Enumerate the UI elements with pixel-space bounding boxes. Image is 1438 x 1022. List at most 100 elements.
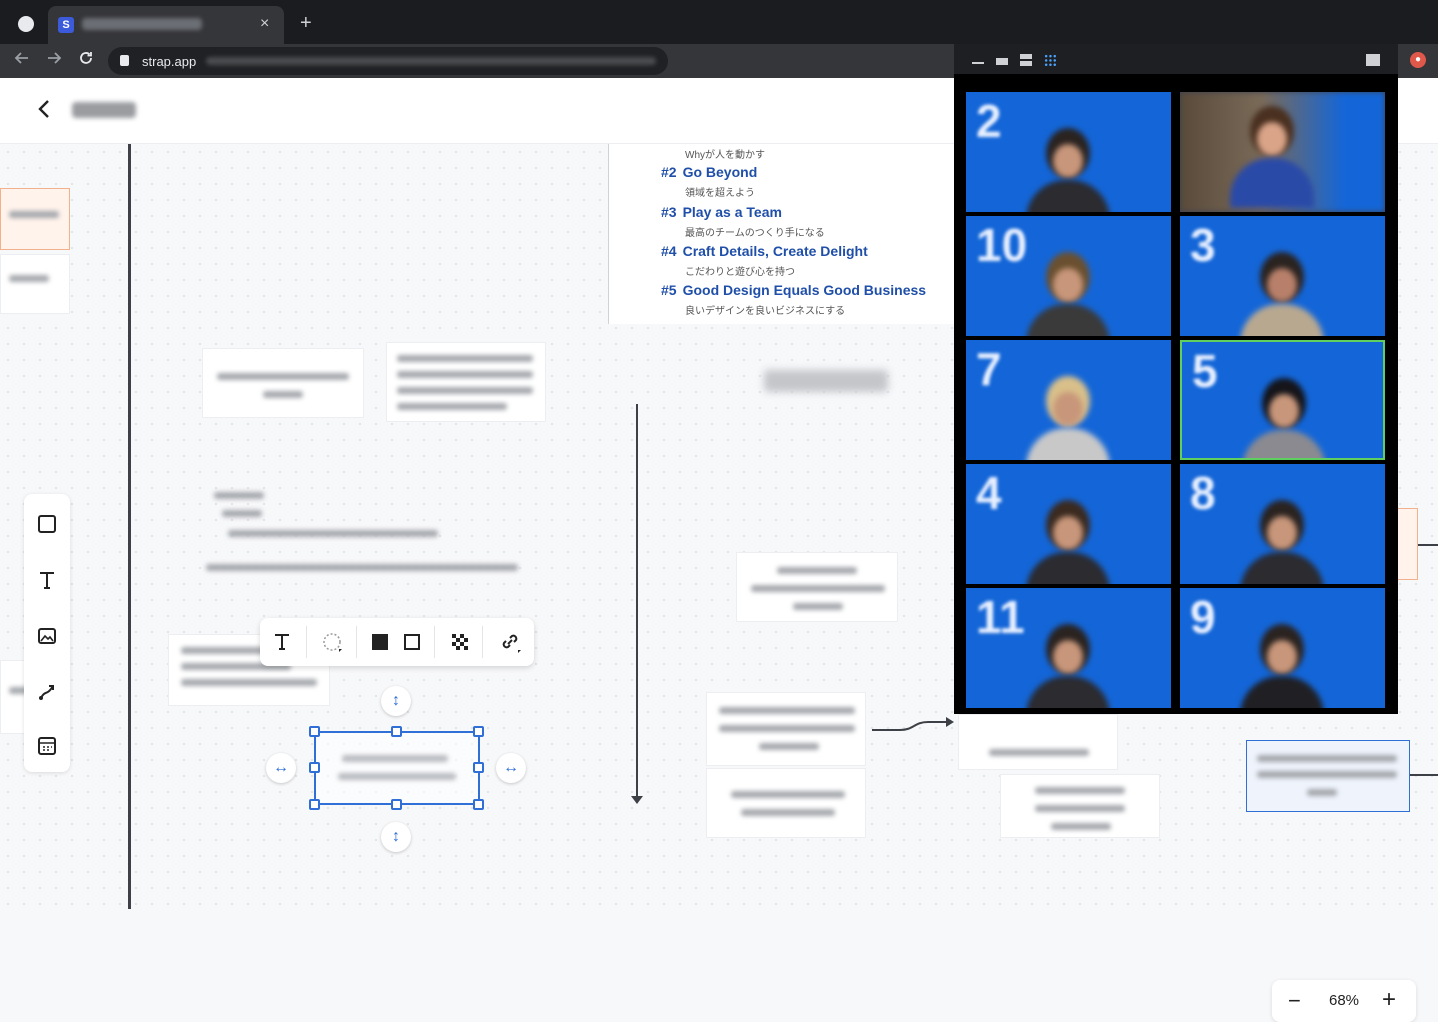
value-item: #3 Play as a Team 最高のチームのつくり手になる bbox=[661, 204, 825, 239]
tile-number: 8 bbox=[1190, 467, 1216, 519]
tile-number: 7 bbox=[976, 343, 1002, 395]
extension-icon[interactable]: ● bbox=[1410, 52, 1426, 68]
tab-title bbox=[82, 18, 202, 30]
browser-tab[interactable]: S × bbox=[48, 6, 284, 44]
forward-nav-icon[interactable] bbox=[46, 50, 62, 71]
sticky-note[interactable] bbox=[1000, 774, 1160, 838]
tile-number: 4 bbox=[976, 467, 1002, 519]
resize-handle[interactable] bbox=[391, 799, 402, 810]
zoom-in-button[interactable]: + bbox=[1382, 986, 1396, 1014]
value-subtitle: 最高のチームのつくり手になる bbox=[685, 228, 825, 239]
video-tile[interactable]: 4 bbox=[966, 464, 1171, 584]
resize-handle[interactable] bbox=[473, 799, 484, 810]
resize-handle[interactable] bbox=[309, 726, 320, 737]
window-mode-icon[interactable] bbox=[1366, 54, 1380, 66]
video-tile[interactable]: 2 bbox=[966, 92, 1171, 212]
connector-line bbox=[1418, 544, 1438, 546]
toolbar-divider bbox=[434, 626, 435, 658]
url-text: strap.app bbox=[142, 54, 197, 69]
sticky-note[interactable] bbox=[386, 342, 546, 422]
globe-icon bbox=[18, 16, 34, 32]
minimize-view-icon[interactable] bbox=[972, 62, 984, 64]
sticky-note[interactable] bbox=[0, 188, 70, 250]
tile-number: 11 bbox=[976, 591, 1025, 643]
video-call-window[interactable]: 2 10 3 7 5 4 8 11 9 bbox=[954, 44, 1398, 714]
board-title bbox=[72, 102, 136, 118]
tile-number: 9 bbox=[1190, 591, 1216, 643]
text-format-icon[interactable] bbox=[268, 628, 296, 656]
selected-sticky-note[interactable] bbox=[314, 731, 480, 805]
speaker-view-icon[interactable] bbox=[996, 58, 1008, 65]
strip-view-icon[interactable] bbox=[1020, 54, 1032, 66]
connector-tool-icon[interactable] bbox=[24, 666, 70, 718]
resize-handle[interactable] bbox=[473, 762, 484, 773]
vertical-arrow-icon[interactable]: ↕ bbox=[381, 686, 411, 716]
value-number: #3 bbox=[661, 204, 677, 220]
gallery-view-icon[interactable] bbox=[1044, 54, 1057, 67]
horizontal-arrow-icon[interactable]: ↔ bbox=[266, 753, 296, 783]
sticky-note[interactable] bbox=[736, 552, 898, 622]
video-tile[interactable]: 11 bbox=[966, 588, 1171, 708]
resize-handle[interactable] bbox=[309, 762, 320, 773]
video-tile-active-speaker[interactable]: 5 bbox=[1180, 340, 1385, 460]
sticky-note[interactable] bbox=[1246, 740, 1410, 812]
tab-favicon: S bbox=[58, 17, 74, 33]
sticky-note[interactable] bbox=[0, 254, 70, 314]
values-panel[interactable]: Whyが人を動かす #2 Go Beyond 領域を超えよう #3 Play as … bbox=[608, 144, 960, 324]
value-sub-first: Whyが人を動かす bbox=[685, 150, 765, 161]
canvas-text bbox=[206, 564, 518, 571]
video-tile[interactable] bbox=[1180, 92, 1385, 212]
address-bar[interactable]: strap.app bbox=[108, 47, 668, 75]
value-subtitle: こだわりと遊び心を持つ bbox=[685, 267, 795, 278]
rectangle-tool-icon[interactable] bbox=[24, 498, 70, 550]
sticky-note[interactable] bbox=[202, 348, 364, 418]
value-number: #2 bbox=[661, 164, 677, 180]
zoom-control: − 68% + bbox=[1272, 980, 1416, 1022]
text-tool-icon[interactable] bbox=[24, 554, 70, 606]
value-title: Craft Details, Create Delight bbox=[682, 243, 868, 259]
tab-close-icon[interactable]: × bbox=[260, 15, 269, 33]
video-tile[interactable]: 7 bbox=[966, 340, 1171, 460]
link-icon[interactable] bbox=[496, 628, 524, 656]
video-tile[interactable]: 10 bbox=[966, 216, 1171, 336]
divider-line bbox=[128, 144, 131, 909]
resize-handle[interactable] bbox=[473, 726, 484, 737]
back-nav-icon[interactable] bbox=[14, 50, 30, 71]
toolbar-divider bbox=[482, 626, 483, 658]
sticky-note[interactable] bbox=[706, 692, 866, 766]
video-tile[interactable]: 9 bbox=[1180, 588, 1385, 708]
resize-handle[interactable] bbox=[391, 726, 402, 737]
tile-number: 5 bbox=[1192, 345, 1218, 397]
connector-line bbox=[1410, 774, 1438, 776]
image-tool-icon[interactable] bbox=[24, 610, 70, 662]
sticky-note[interactable] bbox=[958, 714, 1118, 770]
sticky-note[interactable] bbox=[706, 768, 866, 838]
vertical-arrow-icon[interactable]: ↕ bbox=[381, 822, 411, 852]
reload-icon[interactable] bbox=[78, 50, 94, 71]
horizontal-arrow-icon[interactable]: ↔ bbox=[496, 753, 526, 783]
value-title: Play as a Team bbox=[682, 204, 782, 220]
video-tile[interactable]: 8 bbox=[1180, 464, 1385, 584]
transparency-icon[interactable] bbox=[446, 628, 474, 656]
zoom-level: 68% bbox=[1328, 992, 1360, 1009]
value-item: #4 Craft Details, Create Delight こだわりと遊び心… bbox=[661, 243, 868, 278]
timeline-arrow bbox=[636, 404, 638, 799]
back-arrow-icon[interactable] bbox=[36, 98, 52, 126]
new-tab-button[interactable]: + bbox=[300, 12, 312, 35]
value-title: Go Beyond bbox=[682, 164, 758, 180]
zoom-out-button[interactable]: − bbox=[1288, 988, 1301, 1014]
value-title: Good Design Equals Good Business bbox=[682, 282, 927, 298]
format-toolbar bbox=[260, 618, 534, 666]
value-number: #4 bbox=[661, 243, 677, 259]
canvas-text bbox=[222, 510, 262, 517]
table-tool-icon[interactable] bbox=[24, 720, 70, 772]
resize-handle[interactable] bbox=[309, 799, 320, 810]
shape-style-icon[interactable] bbox=[318, 628, 346, 656]
value-subtitle: 良いデザインを良いビジネスにする bbox=[685, 306, 846, 317]
sticky-note[interactable] bbox=[1396, 508, 1418, 580]
video-window-header bbox=[954, 44, 1398, 74]
border-icon[interactable] bbox=[398, 628, 426, 656]
value-subtitle: 領域を超えよう bbox=[685, 188, 755, 199]
video-tile[interactable]: 3 bbox=[1180, 216, 1385, 336]
fill-icon[interactable] bbox=[366, 628, 394, 656]
